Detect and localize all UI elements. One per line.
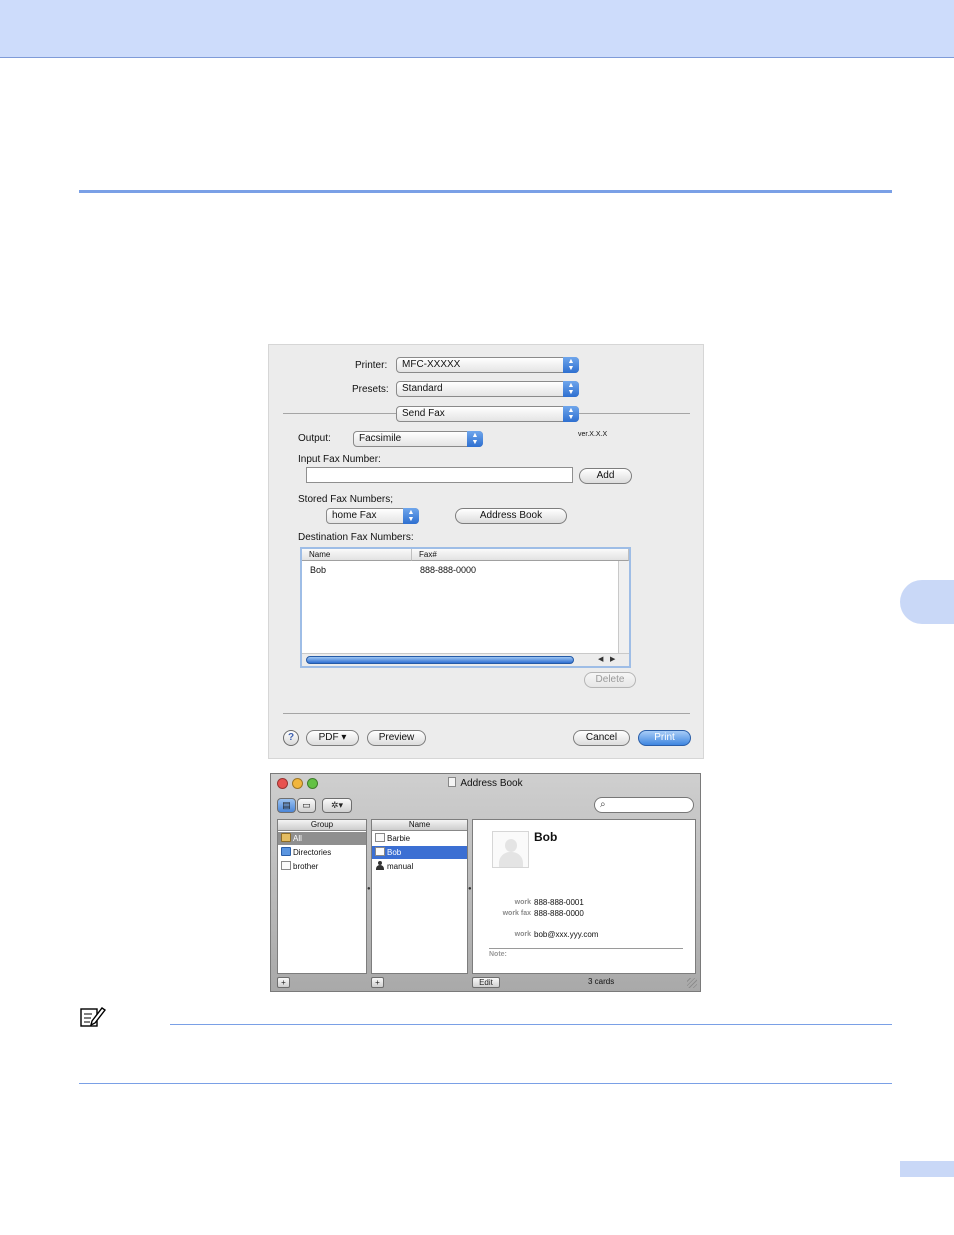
delete-button[interactable]: Delete	[584, 672, 636, 688]
add-button[interactable]: Add	[579, 468, 632, 484]
input-fax-label: Input Fax Number:	[298, 454, 381, 465]
page-number-tab	[900, 1161, 954, 1177]
note-bottom-rule	[79, 1083, 892, 1084]
document-icon	[448, 777, 457, 787]
pdf-button[interactable]: PDF ▾	[306, 730, 359, 746]
name-item-barbie[interactable]: Barbie	[372, 832, 467, 845]
person-silhouette-icon	[505, 839, 517, 852]
name-item-manual[interactable]: manual	[372, 860, 467, 873]
add-card-button[interactable]: +	[371, 977, 384, 988]
stored-fax-popup[interactable]: home Fax ▲ ▼	[326, 508, 419, 524]
header-band	[0, 0, 954, 58]
output-value: Facsimile	[359, 433, 402, 444]
stored-fax-value: home Fax	[332, 510, 377, 521]
group-item-directories[interactable]: Directories	[278, 846, 366, 859]
search-icon: ⌕	[600, 799, 606, 810]
address-book-button[interactable]: Address Book	[455, 508, 567, 524]
contact-name: Bob	[534, 830, 558, 844]
window-title: Address Book	[460, 778, 523, 789]
search-field[interactable]: ⌕	[594, 797, 694, 813]
footer-separator	[283, 713, 690, 714]
printer-label: Printer:	[355, 360, 388, 371]
version-text: ver.X.X.X	[578, 431, 608, 438]
work-email[interactable]: bob@xxx.yyy.com	[534, 930, 598, 939]
preview-button[interactable]: Preview	[367, 730, 426, 746]
group-header: Group	[278, 820, 366, 831]
field-label: work fax	[502, 910, 531, 917]
scroll-left-icon[interactable]: ◀	[598, 654, 603, 666]
presets-value: Standard	[402, 383, 443, 394]
vertical-scrollbar[interactable]	[618, 561, 629, 655]
gear-icon: ✲▾	[330, 800, 344, 810]
edit-button[interactable]: Edit	[472, 977, 500, 988]
card-icon	[375, 833, 385, 842]
name-header: Name	[372, 820, 467, 831]
contact-photo[interactable]	[492, 831, 529, 868]
fax-number-input[interactable]	[306, 467, 573, 483]
note-top-rule	[170, 1024, 892, 1025]
column-view-icon: ▤	[282, 800, 291, 810]
note-divider	[489, 948, 683, 949]
folder-icon	[281, 833, 291, 842]
print-dialog: Printer: MFC-XXXXX ▲ ▼ Presets: Standard …	[268, 344, 704, 759]
contact-card: Bob work 888-888-0001 work fax 888-888-0…	[472, 819, 696, 974]
work-phone[interactable]: 888-888-0001	[534, 898, 584, 907]
section-rule	[79, 190, 892, 193]
resize-grip-icon[interactable]	[687, 978, 697, 988]
column-header-fax[interactable]: Fax#	[412, 549, 629, 561]
print-button[interactable]: Print	[638, 730, 691, 746]
presets-label: Presets:	[352, 384, 389, 395]
popup-arrows-icon: ▲ ▼	[563, 406, 579, 422]
output-popup[interactable]: Facsimile ▲ ▼	[353, 431, 483, 447]
printer-popup[interactable]: MFC-XXXXX ▲ ▼	[396, 357, 579, 373]
column-view-button[interactable]: ▤	[277, 798, 296, 813]
card-view-button[interactable]: ▭	[297, 798, 316, 813]
work-fax[interactable]: 888-888-0000	[534, 909, 584, 918]
presets-popup[interactable]: Standard ▲ ▼	[396, 381, 579, 397]
destination-label: Destination Fax Numbers:	[298, 532, 414, 543]
printer-value: MFC-XXXXX	[402, 359, 461, 370]
scroll-right-icon[interactable]: ▶	[610, 654, 615, 666]
title-bar[interactable]: Address Book	[271, 774, 700, 792]
popup-arrows-icon: ▲ ▼	[467, 431, 483, 447]
popup-arrows-icon: ▲ ▼	[563, 381, 579, 397]
cancel-button[interactable]: Cancel	[573, 730, 630, 746]
card-icon	[375, 847, 385, 856]
address-book-window: Address Book ▤ ▭ ✲▾ ⌕ Group All Director…	[270, 773, 701, 992]
add-group-button[interactable]: +	[277, 977, 290, 988]
panel-value: Send Fax	[402, 408, 445, 419]
stored-fax-label: Stored Fax Numbers;	[298, 494, 394, 505]
popup-arrows-icon: ▲ ▼	[563, 357, 579, 373]
destination-table[interactable]: Name Fax# Bob 888-888-0000 ◀ ▶	[300, 547, 631, 668]
action-menu-button[interactable]: ✲▾	[322, 798, 352, 813]
name-column[interactable]: Name Barbie Bob manual	[371, 819, 468, 974]
field-label: work	[514, 899, 531, 906]
row-fax: 888-888-0000	[420, 565, 477, 575]
card-view-icon: ▭	[302, 800, 311, 810]
panel-popup[interactable]: Send Fax ▲ ▼	[396, 406, 579, 422]
column-header-name[interactable]: Name	[302, 549, 412, 561]
group-icon	[281, 861, 291, 870]
scroll-thumb[interactable]	[306, 656, 574, 664]
note-pencil-icon	[80, 1007, 106, 1027]
output-label: Output:	[298, 433, 331, 444]
note-label: Note:	[489, 951, 507, 958]
group-item-brother[interactable]: brother	[278, 860, 366, 873]
group-item-all[interactable]: All	[278, 832, 366, 845]
field-label: work	[514, 931, 531, 938]
directory-icon	[281, 847, 291, 856]
name-item-bob[interactable]: Bob	[372, 846, 467, 859]
card-count: 3 cards	[588, 977, 615, 986]
person-icon	[375, 861, 385, 870]
horizontal-scrollbar[interactable]: ◀ ▶	[302, 653, 629, 666]
row-name: Bob	[310, 565, 327, 575]
help-button[interactable]: ?	[283, 730, 299, 746]
group-column[interactable]: Group All Directories brother	[277, 819, 367, 974]
chapter-tab	[900, 580, 954, 624]
popup-arrows-icon: ▲ ▼	[403, 508, 419, 524]
